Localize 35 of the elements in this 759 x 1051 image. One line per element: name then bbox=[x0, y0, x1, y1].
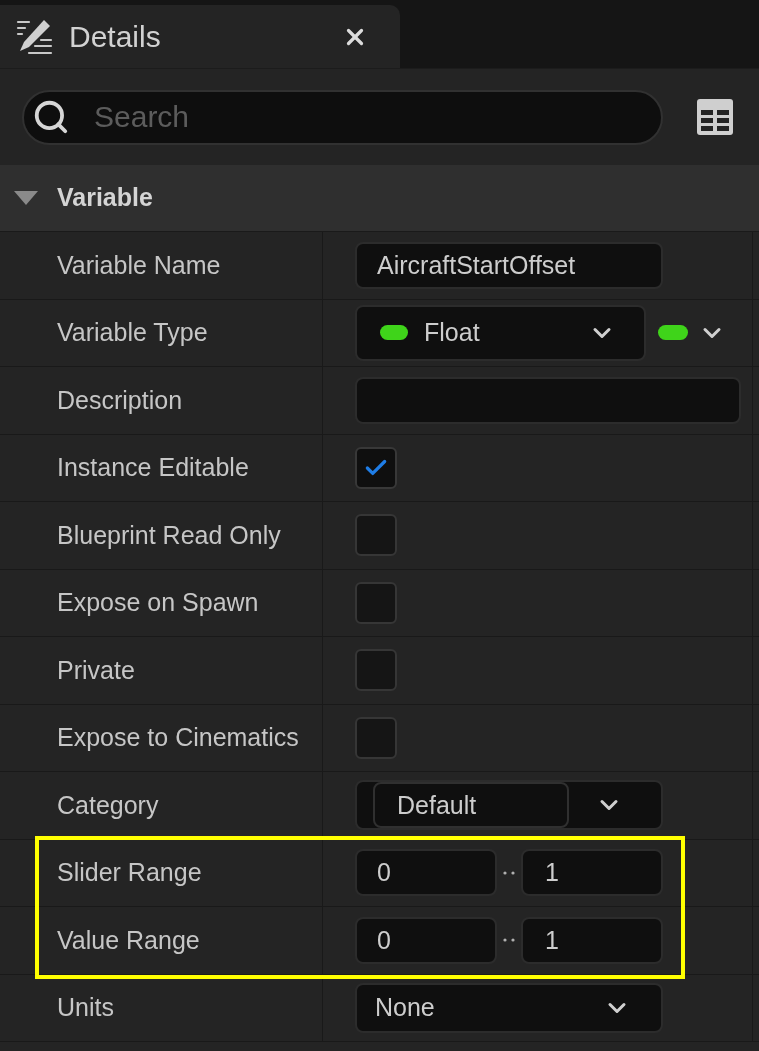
details-tab[interactable]: Details bbox=[0, 5, 400, 68]
checkbox[interactable] bbox=[355, 581, 397, 624]
units-dropdown[interactable]: None bbox=[355, 982, 663, 1033]
search-field[interactable]: Search bbox=[22, 89, 663, 145]
range-dots-icon bbox=[503, 938, 515, 943]
property-label: Variable Name bbox=[57, 249, 221, 281]
property-label: Instance Editable bbox=[57, 452, 249, 483]
property-label: Variable Type bbox=[57, 317, 208, 348]
text-field[interactable]: AircraftStartOffset bbox=[355, 241, 663, 289]
property-label: Slider Range bbox=[57, 857, 202, 888]
range-dots-icon bbox=[503, 870, 515, 875]
checkbox[interactable] bbox=[355, 649, 397, 692]
property-label: Expose to Cinematics bbox=[57, 722, 299, 753]
pencil-list-icon bbox=[15, 17, 53, 56]
property-label: Expose on Spawn bbox=[57, 587, 259, 618]
min-field[interactable]: 0 bbox=[355, 849, 497, 897]
property-label: Units bbox=[57, 992, 114, 1023]
property-label: Value Range bbox=[57, 924, 200, 956]
min-field[interactable]: 0 bbox=[355, 916, 497, 964]
category-field[interactable]: Default bbox=[373, 782, 569, 829]
property-label: Private bbox=[57, 654, 135, 686]
category-combo[interactable]: Default bbox=[355, 780, 663, 831]
checkbox[interactable] bbox=[355, 716, 397, 759]
section-title: Variable bbox=[57, 182, 153, 214]
property-label: Description bbox=[57, 384, 183, 416]
property-label: Category bbox=[57, 789, 159, 821]
type-dropdown[interactable]: Float bbox=[355, 304, 646, 361]
checkbox[interactable] bbox=[355, 446, 397, 489]
max-field[interactable]: 1 bbox=[521, 916, 663, 964]
section-header[interactable]: Variable bbox=[0, 165, 759, 232]
property-label: Blueprint Read Only bbox=[57, 519, 281, 551]
description-field[interactable] bbox=[355, 376, 741, 424]
checkbox[interactable] bbox=[355, 514, 397, 557]
max-field[interactable]: 1 bbox=[521, 849, 663, 897]
table-icon[interactable] bbox=[697, 99, 733, 135]
